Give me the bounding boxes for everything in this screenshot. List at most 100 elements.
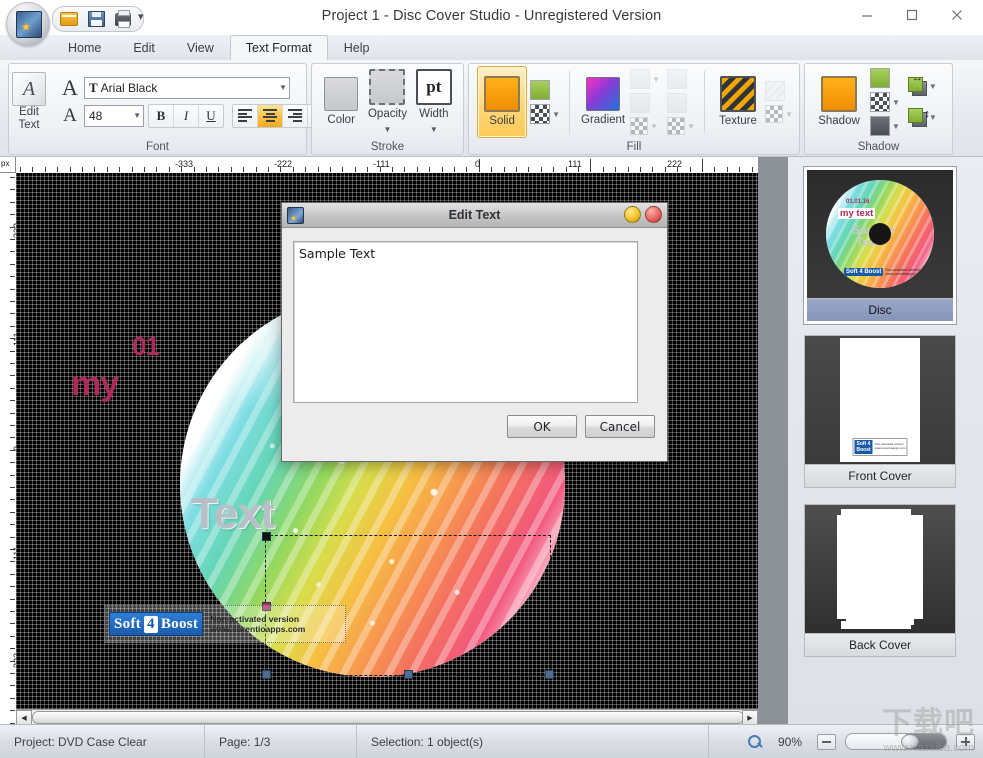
gradient-opacity-icon[interactable] <box>630 117 648 135</box>
decrease-font-icon[interactable]: A <box>60 106 80 126</box>
zoom-in-button[interactable] <box>956 734 975 750</box>
edit-text-dialog[interactable]: Edit Text OK Cancel <box>281 202 668 462</box>
zoom-slider-thumb[interactable] <box>901 734 919 749</box>
gradient-direction-icon[interactable] <box>667 93 687 113</box>
chevron-down-icon[interactable]: ▼ <box>785 110 793 119</box>
page-thumb-front-cover[interactable]: Soft 4 Boost Non-activated version www.s… <box>804 335 956 488</box>
chevron-down-icon[interactable]: ▼ <box>552 110 560 119</box>
fill-color-swatch-icon[interactable] <box>530 80 550 100</box>
shadow-offset-x-icon[interactable]: ↔ <box>908 77 927 96</box>
chevron-down-icon[interactable]: ▼ <box>892 98 900 107</box>
chevron-down-icon: ▼ <box>130 111 141 120</box>
chevron-down-icon[interactable]: ▼ <box>384 123 392 136</box>
page-thumb-back-cover[interactable]: Soft 4 Boost Non-activated version www.s… <box>804 504 956 657</box>
back-cover-page-icon: Soft 4 Boost Non-activated version www.s… <box>837 509 923 629</box>
increase-font-icon[interactable]: A <box>60 78 80 98</box>
font-family-combo[interactable]: TArial Black ▼ <box>84 77 290 99</box>
fill-texture-button[interactable]: Texture <box>714 76 762 128</box>
stroke-width-button[interactable]: pt Width ▼ <box>411 69 457 136</box>
shadow-opacity-icon[interactable] <box>870 92 890 112</box>
tab-view[interactable]: View <box>171 35 230 61</box>
texture-preview-icon[interactable] <box>765 81 785 101</box>
gradient-layer-icon[interactable] <box>667 69 687 89</box>
page-thumb-disc-label: Disc <box>807 298 953 321</box>
shadow-offset-y-icon[interactable]: ↕ <box>908 108 927 127</box>
stroke-width-label: Width <box>419 108 448 121</box>
status-selection: Selection: 1 object(s) <box>357 725 709 758</box>
dialog-minimize-icon[interactable] <box>624 206 641 223</box>
font-style-buttons: B I U <box>148 104 224 128</box>
underline-button[interactable]: U <box>199 105 223 127</box>
canvas-horizontal-scrollbar[interactable]: ◀ ▶ <box>16 709 758 725</box>
align-right-icon[interactable] <box>283 105 308 127</box>
font-size-value: 48 <box>89 109 130 123</box>
mini-disc-icon: 01.01.16 my text Sample Text Soft 4 Boos… <box>826 180 934 288</box>
font-type-icon: T <box>89 80 98 96</box>
tab-home[interactable]: Home <box>52 35 117 61</box>
tab-edit[interactable]: Edit <box>117 35 171 61</box>
chevron-down-icon[interactable]: ▼ <box>687 122 695 131</box>
chevron-down-icon[interactable]: ▼ <box>652 75 660 84</box>
texture-opacity-icon[interactable] <box>765 105 783 123</box>
scroll-left-icon[interactable]: ◀ <box>16 710 32 725</box>
chevron-down-icon[interactable]: ▼ <box>892 122 900 131</box>
stroke-color-button[interactable]: Color <box>318 77 364 127</box>
chevron-down-icon[interactable]: ▼ <box>929 113 937 122</box>
gradient-alpha-icon[interactable] <box>667 117 685 135</box>
tab-text-format[interactable]: Text Format <box>230 35 328 61</box>
dialog-close-icon[interactable] <box>645 206 662 223</box>
ok-button[interactable]: OK <box>507 415 577 438</box>
font-size-combo[interactable]: 48 ▼ <box>84 105 144 127</box>
fill-opacity-icon[interactable] <box>530 104 550 124</box>
shadow-button[interactable]: Shadow <box>813 76 865 128</box>
page-thumb-disc-preview: 01.01.16 my text Sample Text Soft 4 Boos… <box>807 170 953 298</box>
fill-texture-icon <box>720 76 756 112</box>
edit-text-label-line2: Text <box>18 119 39 132</box>
vertical-ruler[interactable]: -222 -111 0 111 222 <box>0 173 17 725</box>
close-icon[interactable] <box>934 1 979 29</box>
divider <box>569 71 570 133</box>
application-menu-button[interactable] <box>6 2 50 46</box>
canvas-text-my[interactable]: my <box>71 365 118 404</box>
font-family-value: Arial Black <box>101 81 158 95</box>
chevron-down-icon[interactable]: ▼ <box>430 123 438 136</box>
fill-gradient-button[interactable]: Gradient <box>579 77 627 127</box>
horizontal-ruler[interactable]: -333 -222 -111 0 111 222 333 <box>16 157 758 174</box>
page-thumb-disc[interactable]: 01.01.16 my text Sample Text Soft 4 Boos… <box>804 167 956 324</box>
fill-solid-options: ▼ <box>530 80 560 124</box>
dialog-title-bar: Edit Text <box>282 203 667 228</box>
canvas-text-date[interactable]: 01 <box>132 331 159 362</box>
cancel-button[interactable]: Cancel <box>585 415 655 438</box>
maximize-icon[interactable] <box>889 1 934 29</box>
horizontal-scroll-thumb[interactable] <box>32 711 744 724</box>
tab-help[interactable]: Help <box>328 35 386 61</box>
scroll-right-icon[interactable]: ▶ <box>742 710 758 725</box>
chevron-down-icon[interactable]: ▼ <box>929 82 937 91</box>
zoom-out-button[interactable] <box>817 734 836 750</box>
shadow-color-options: ▼ ▼ <box>870 68 900 136</box>
resize-handle-bottom-center[interactable] <box>404 670 413 679</box>
bold-button[interactable]: B <box>149 105 174 127</box>
stroke-opacity-button[interactable]: Opacity ▼ <box>364 69 410 136</box>
gradient-style-icon[interactable] <box>630 93 650 113</box>
fill-texture-options: ▼ <box>765 81 793 123</box>
italic-button[interactable]: I <box>174 105 199 127</box>
chevron-down-icon[interactable]: ▼ <box>650 122 658 131</box>
edit-text-textarea[interactable] <box>293 241 638 403</box>
fill-solid-button[interactable]: Solid <box>477 66 527 138</box>
resize-handle-bottom-left[interactable] <box>262 670 271 679</box>
mini-disc-watermark: Soft 4 Boost Non-activated version www.s… <box>844 268 922 276</box>
gradient-color-icon[interactable] <box>630 69 650 89</box>
shadow-color-icon[interactable] <box>870 68 890 88</box>
align-left-icon[interactable] <box>233 105 258 127</box>
status-bar: Project: DVD Case Clear Page: 1/3 Select… <box>0 724 983 758</box>
edit-text-button[interactable]: A Edit Text <box>12 72 46 132</box>
magnifier-icon[interactable] <box>747 734 763 750</box>
zoom-slider[interactable] <box>845 733 947 750</box>
wm-brand-boost: Boost <box>161 616 198 633</box>
shadow-blur-icon[interactable] <box>870 116 890 136</box>
resize-handle-top-left[interactable] <box>262 532 271 541</box>
align-center-icon[interactable] <box>258 105 283 127</box>
minimize-icon[interactable] <box>844 1 889 29</box>
resize-handle-bottom-right[interactable] <box>545 670 554 679</box>
